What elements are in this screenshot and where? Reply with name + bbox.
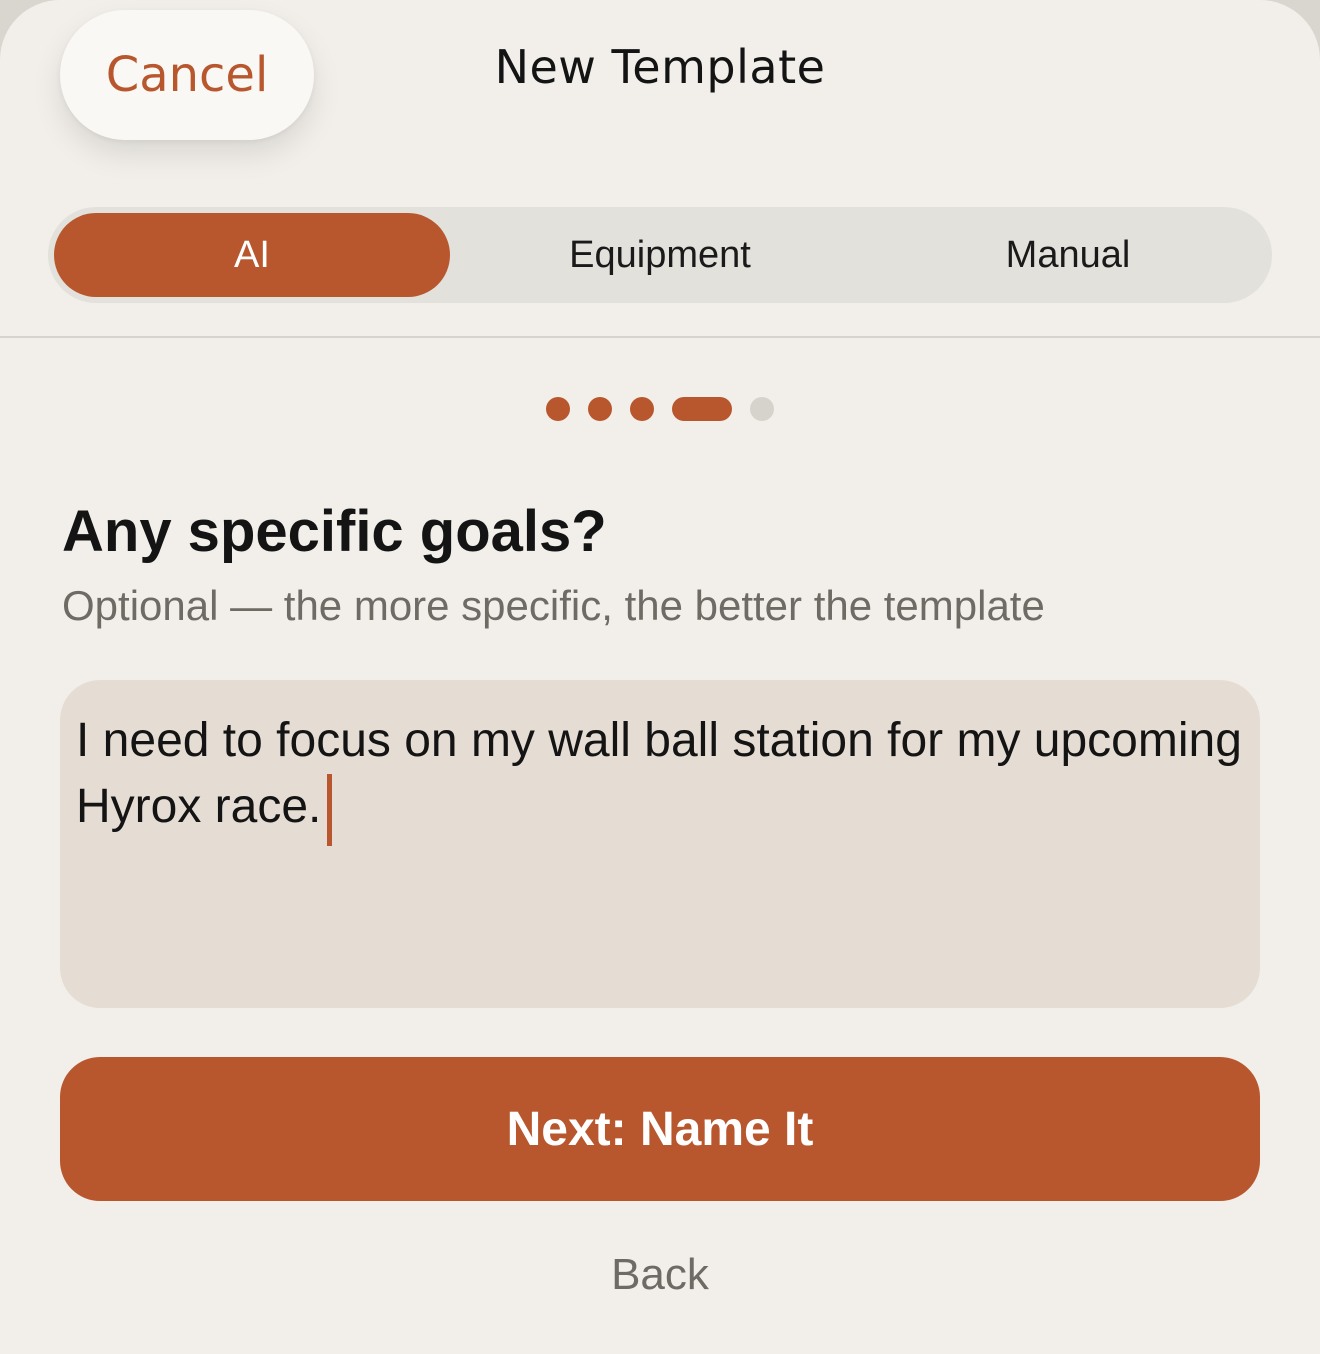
new-template-sheet: Cancel New Template AI Equipment Manual …	[0, 0, 1320, 1354]
tab-ai[interactable]: AI	[54, 213, 450, 297]
question-heading: Any specific goals?	[62, 499, 607, 564]
mode-segmented-control: AI Equipment Manual	[48, 207, 1272, 303]
page-title: New Template	[494, 40, 826, 94]
step-dot-completed	[588, 397, 612, 421]
step-progress-indicator	[0, 397, 1320, 421]
goals-input-value: I need to focus on my wall ball station …	[76, 714, 1242, 833]
step-dot-completed	[630, 397, 654, 421]
step-dot-current	[672, 397, 732, 421]
goals-text-input[interactable]: I need to focus on my wall ball station …	[60, 680, 1260, 1008]
back-button[interactable]: Back	[0, 1250, 1320, 1300]
header-divider	[0, 336, 1320, 338]
question-subtext: Optional — the more specific, the better…	[62, 582, 1045, 629]
step-dot-completed	[546, 397, 570, 421]
cancel-button[interactable]: Cancel	[60, 10, 314, 140]
tab-equipment[interactable]: Equipment	[456, 207, 864, 303]
next-button[interactable]: Next: Name It	[60, 1057, 1260, 1201]
tab-manual[interactable]: Manual	[864, 207, 1272, 303]
text-caret	[327, 774, 333, 846]
step-dot-upcoming	[750, 397, 774, 421]
